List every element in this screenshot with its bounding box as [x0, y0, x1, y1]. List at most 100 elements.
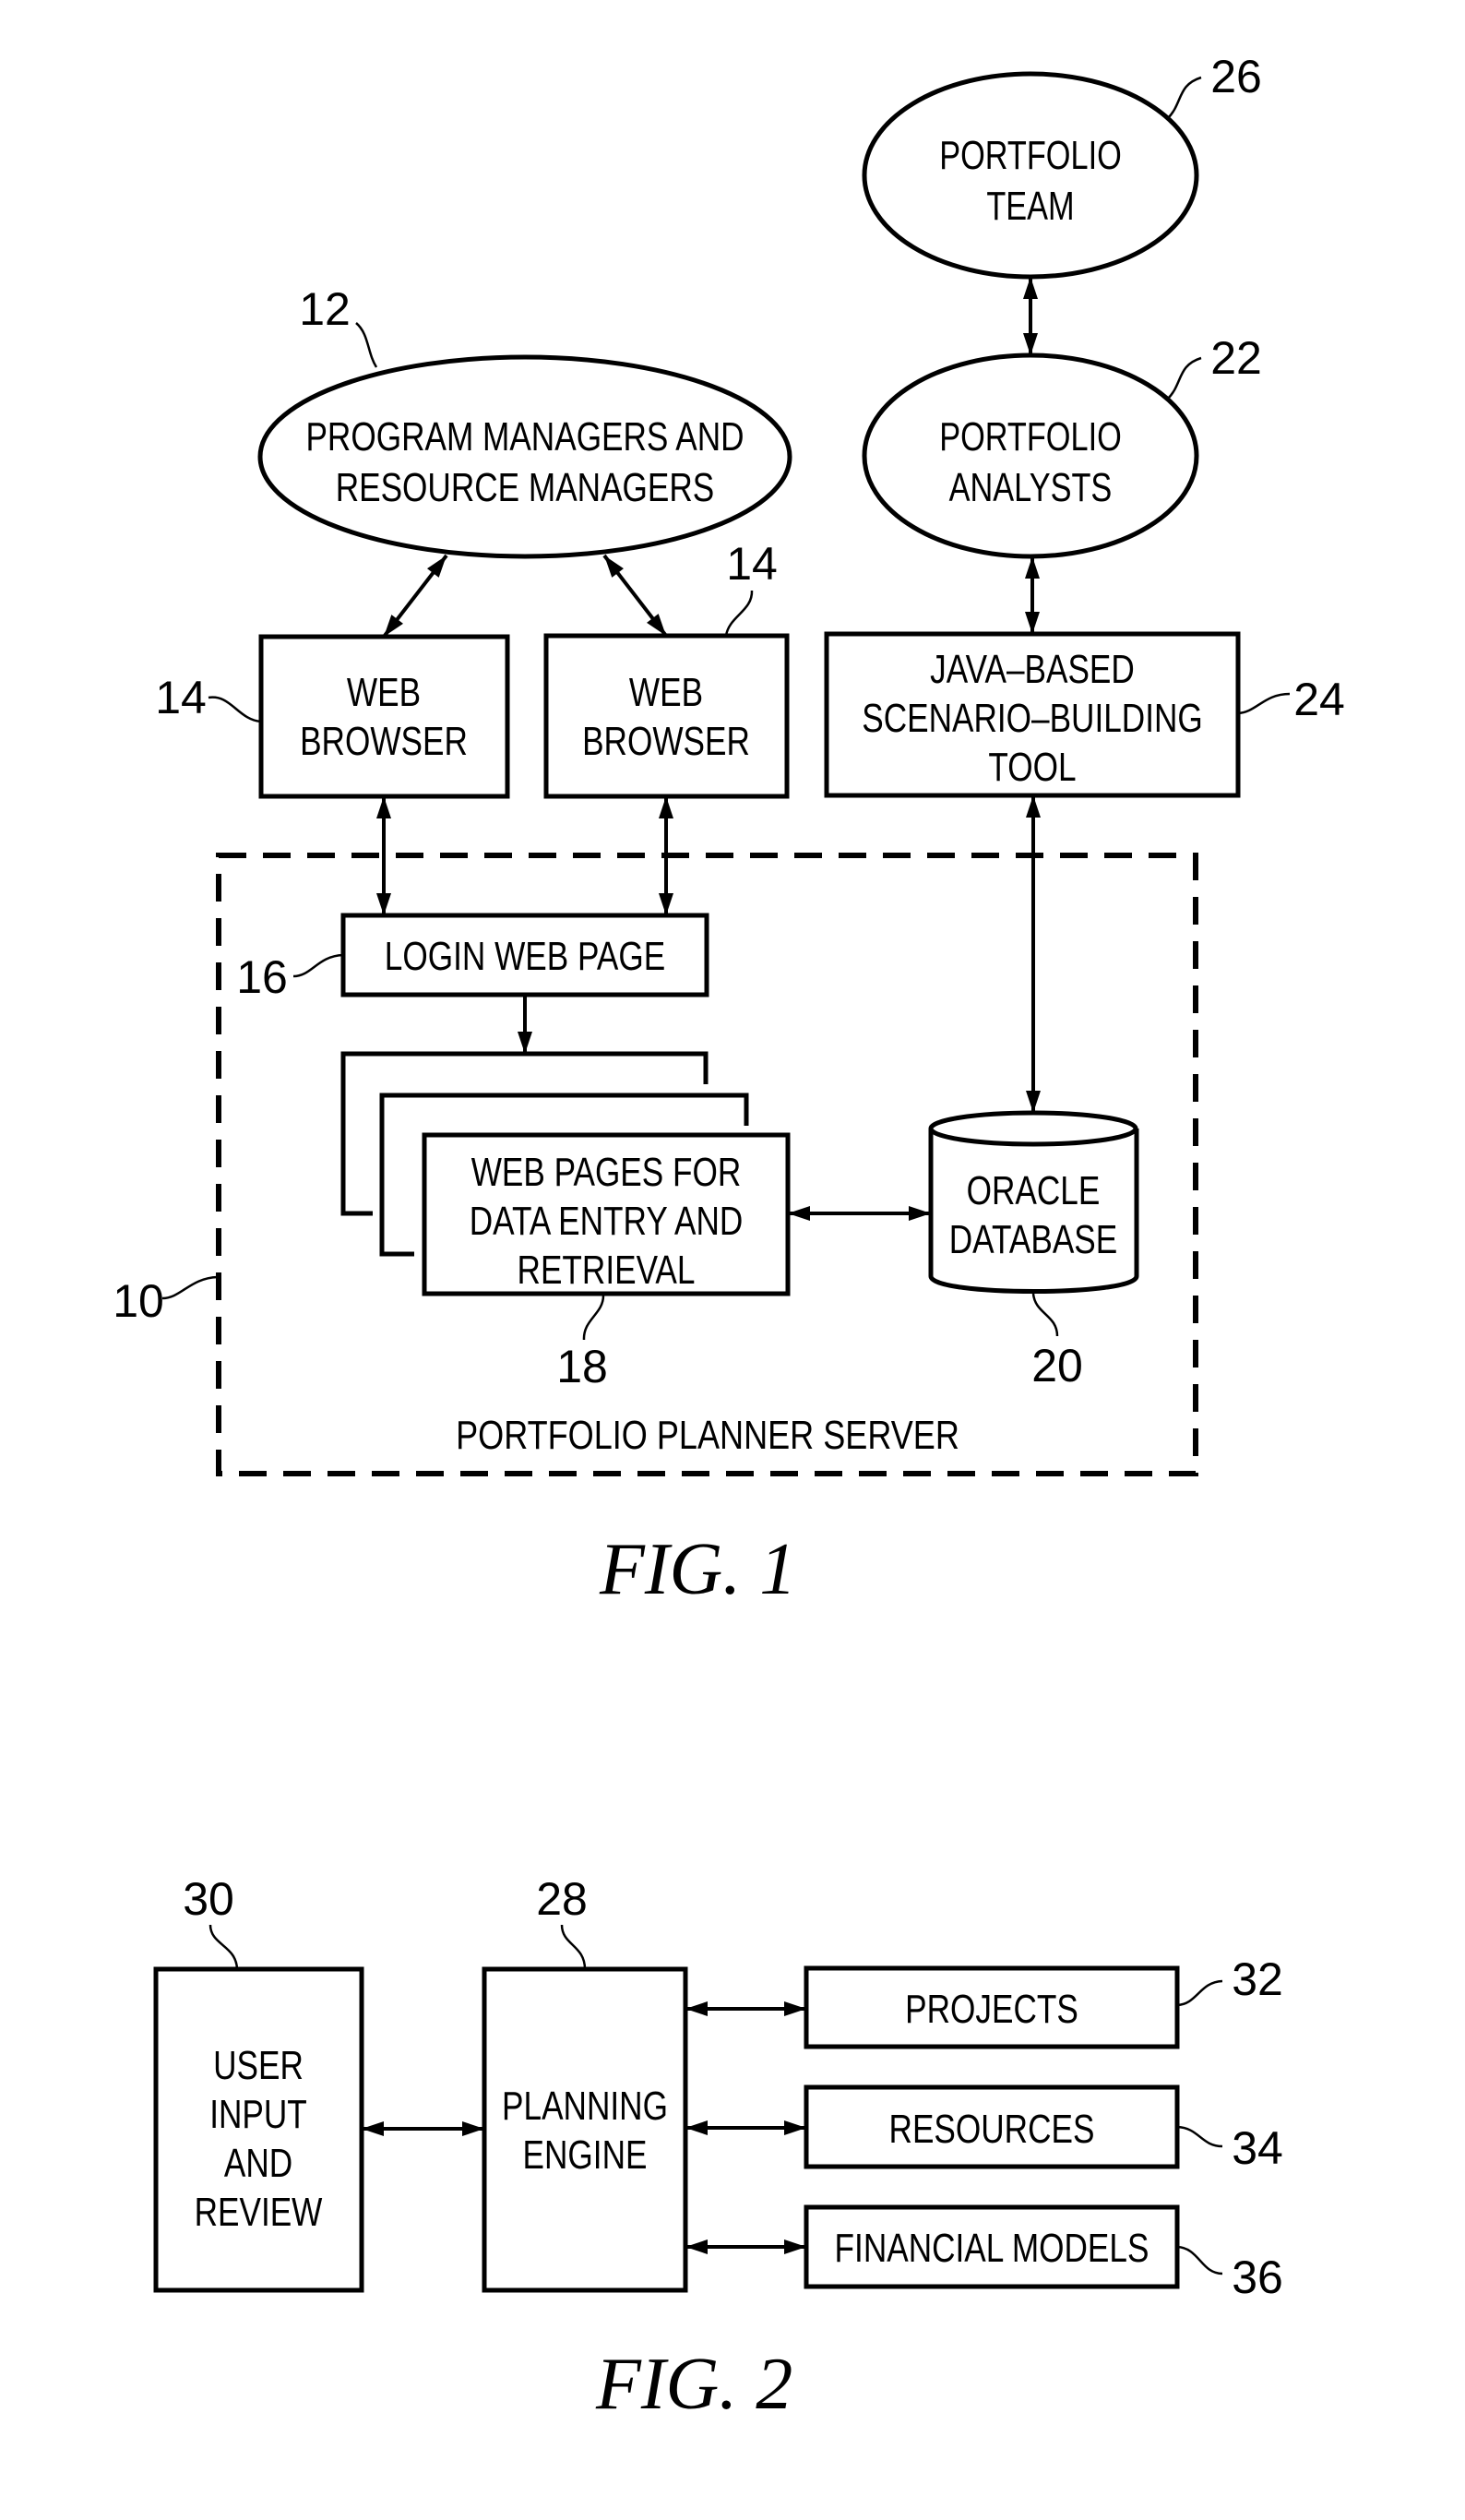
arrow-webpages-db-tail	[788, 1206, 810, 1221]
ref-18: 18	[556, 1341, 608, 1392]
ref-28: 28	[536, 1873, 588, 1925]
resources-label: RESOURCES	[889, 2107, 1095, 2152]
leader-36	[1176, 2245, 1223, 2275]
arrow-tool-db-tail	[1026, 795, 1041, 818]
web-pages-line-2: DATA ENTRY AND	[470, 1199, 744, 1244]
ref-34: 34	[1232, 2122, 1283, 2174]
web-browser-2-line-1: WEB	[629, 670, 703, 715]
web-pages-line-3: RETRIEVAL	[518, 1248, 696, 1293]
leader-28	[560, 1924, 587, 1970]
ref-22: 22	[1210, 332, 1262, 384]
leader-12	[355, 322, 378, 368]
planning-engine-line-1: PLANNING	[502, 2084, 668, 2129]
ref-16: 16	[236, 951, 288, 1003]
scenario-tool-line-2: SCENARIO–BUILDING	[862, 696, 1203, 741]
ref-14-left: 14	[155, 672, 207, 723]
web-browser-1-line-2: BROWSER	[300, 719, 468, 764]
user-input-line-3: AND	[224, 2141, 292, 2186]
planning-engine-line-2: ENGINE	[523, 2132, 648, 2178]
portfolio-analysts-line-2: ANALYSTS	[949, 465, 1113, 510]
portfolio-analysts-node[interactable]: PORTFOLIO ANALYSTS 22	[862, 332, 1262, 559]
server-label: PORTFOLIO PLANNER SERVER	[456, 1413, 959, 1458]
web-browser-2-line-2: BROWSER	[582, 719, 750, 764]
financial-models-label: FINANCIAL MODELS	[835, 2226, 1149, 2271]
figure-2-caption: FIG. 2	[595, 2344, 792, 2425]
login-page-node[interactable]: LOGIN WEB PAGE 16	[236, 913, 709, 1003]
scenario-tool-node[interactable]: JAVA–BASED SCENARIO–BUILDING TOOL 24	[824, 631, 1345, 798]
arrow-browser-1-login-head	[376, 893, 391, 915]
program-managers-line-1: PROGRAM MANAGERS AND	[305, 414, 744, 460]
portfolio-analysts-line-1: PORTFOLIO	[939, 414, 1122, 460]
arrow-planning-financial-tail	[685, 2239, 708, 2254]
arrow-planning-resources-tail	[685, 2120, 708, 2135]
leader-18	[582, 1295, 605, 1341]
arrow-team-analysts-head	[1023, 333, 1038, 355]
ref-36: 36	[1232, 2251, 1283, 2303]
ref-14-right: 14	[726, 538, 778, 590]
arrow-planning-projects-head	[784, 2001, 806, 2016]
leader-34	[1176, 2125, 1223, 2148]
leader-10	[161, 1275, 219, 1300]
figure-1-caption: FIG. 1	[599, 1529, 796, 1610]
ref-26: 26	[1210, 51, 1262, 102]
user-input-line-1: USER	[213, 2043, 304, 2088]
ref-20: 20	[1031, 1340, 1083, 1391]
arrow-tool-db-head	[1026, 1091, 1041, 1113]
arrow-planning-financial-head	[784, 2239, 806, 2254]
leader-24	[1237, 692, 1291, 715]
ref-32: 32	[1232, 1953, 1283, 2005]
arrow-user-planning-tail	[362, 2121, 384, 2136]
arrow-planning-projects-tail	[685, 2001, 708, 2016]
arrow-user-planning-head	[462, 2121, 484, 2136]
patent-figures: PORTFOLIO PLANNER SERVER 10 PORTFOLIO TE…	[113, 51, 1345, 2425]
oracle-db-top	[928, 1110, 1138, 1147]
web-browser-1-node[interactable]: WEB BROWSER 14	[155, 634, 510, 799]
oracle-db-line-2: DATABASE	[949, 1217, 1118, 1262]
web-browser-1-box[interactable]	[258, 634, 510, 799]
arrow-analysts-tool-tail	[1025, 556, 1040, 579]
program-managers-node[interactable]: PROGRAM MANAGERS AND RESOURCE MANAGERS 1…	[257, 283, 792, 559]
arrow-browser-2-login-tail	[659, 796, 673, 818]
arrow-browser-2-login-head	[659, 893, 673, 915]
scenario-tool-line-3: TOOL	[988, 745, 1076, 790]
web-pages-line-1: WEB PAGES FOR	[471, 1150, 742, 1195]
leader-14-left	[208, 696, 262, 723]
ref-12: 12	[299, 283, 351, 335]
arrow-login-webpages-head	[518, 1032, 532, 1054]
arrow-browser-1-login-tail	[376, 796, 391, 818]
projects-node[interactable]: PROJECTS 32	[804, 1953, 1283, 2049]
scenario-tool-line-1: JAVA–BASED	[930, 647, 1135, 692]
figure-2: USER INPUT AND REVIEW 30 PLANNING ENGINE…	[153, 1873, 1283, 2425]
leader-14-right	[724, 590, 754, 637]
arrow-planning-resources-head	[784, 2120, 806, 2135]
web-browser-2-box[interactable]	[543, 633, 790, 799]
arrow-analysts-tool-head	[1025, 612, 1040, 634]
portfolio-team-line-2: TEAM	[986, 184, 1074, 229]
ref-24: 24	[1293, 674, 1345, 725]
leader-32	[1176, 1979, 1223, 2007]
portfolio-team-line-1: PORTFOLIO	[939, 133, 1122, 178]
user-input-node[interactable]: USER INPUT AND REVIEW 30	[153, 1873, 364, 2293]
leader-26	[1167, 76, 1202, 119]
oracle-db-node[interactable]: ORACLE DATABASE 20	[928, 1110, 1139, 1391]
login-page-label: LOGIN WEB PAGE	[385, 934, 665, 979]
planning-engine-box[interactable]	[482, 1966, 688, 2293]
leader-16	[292, 953, 344, 978]
web-pages-node[interactable]: WEB PAGES FOR DATA ENTRY AND RETRIEVAL 1…	[340, 1051, 791, 1392]
leader-30	[208, 1924, 239, 1970]
arrow-team-analysts-tail	[1023, 277, 1038, 299]
resources-node[interactable]: RESOURCES 34	[804, 2084, 1283, 2174]
ref-30: 30	[183, 1873, 234, 1925]
leader-22	[1167, 356, 1202, 400]
web-browser-1-line-1: WEB	[347, 670, 421, 715]
planning-engine-node[interactable]: PLANNING ENGINE 28	[482, 1873, 688, 2293]
user-input-line-2: INPUT	[209, 2092, 307, 2137]
web-browser-2-node[interactable]: WEB BROWSER 14	[543, 538, 790, 799]
user-input-line-4: REVIEW	[195, 2190, 323, 2235]
leader-20	[1031, 1293, 1059, 1337]
oracle-db-line-1: ORACLE	[967, 1168, 1101, 1213]
program-managers-line-2: RESOURCE MANAGERS	[336, 465, 715, 510]
figure-1: PORTFOLIO PLANNER SERVER 10 PORTFOLIO TE…	[113, 51, 1345, 1610]
financial-models-node[interactable]: FINANCIAL MODELS 36	[804, 2204, 1283, 2303]
portfolio-team-node[interactable]: PORTFOLIO TEAM 26	[862, 51, 1262, 280]
